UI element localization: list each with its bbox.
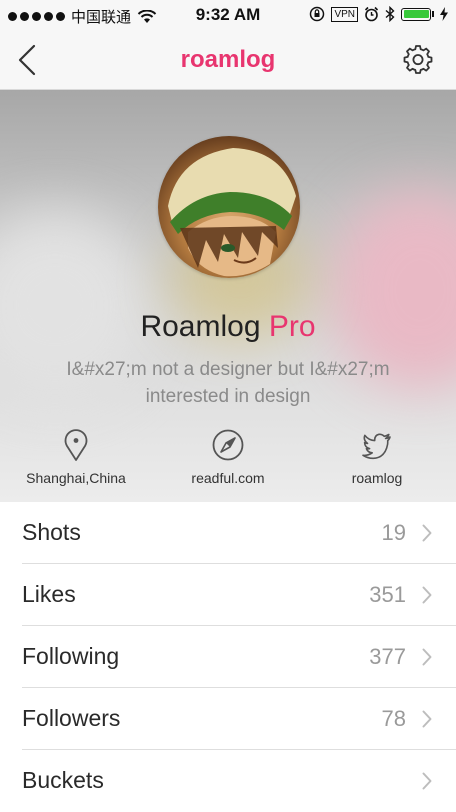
gear-icon[interactable] [402, 43, 434, 75]
twitter-item[interactable]: roamlog [297, 428, 456, 486]
menu-row-likes[interactable]: Likes 351 [22, 564, 456, 626]
location-label: Shanghai,China [26, 470, 126, 486]
bluetooth-icon [385, 6, 395, 22]
menu-row-buckets[interactable]: Buckets [22, 750, 456, 812]
twitter-bird-icon [362, 433, 391, 460]
battery-icon [401, 7, 434, 21]
charging-icon [440, 7, 448, 21]
profile-header: Roamlog Pro I&#x27;m not a designer but … [0, 90, 456, 502]
chevron-right-icon [422, 524, 432, 542]
profile-name: Roamlog Pro [0, 310, 456, 344]
status-bar: 中国联通 9:32 AM VPN [0, 0, 456, 30]
profile-bio: I&#x27;m not a designer but I&#x27;m int… [66, 359, 390, 407]
profile-meta-row: Shanghai,China readful.com roamlog [0, 428, 456, 498]
pro-badge: Pro [268, 310, 316, 343]
menu-count: 377 [369, 644, 406, 669]
menu-count: 78 [381, 706, 406, 731]
menu-row-shots[interactable]: Shots 19 [22, 502, 456, 564]
orientation-lock-icon [310, 6, 325, 22]
avatar[interactable] [158, 136, 300, 278]
location-item[interactable]: Shanghai,China [0, 428, 156, 486]
twitter-handle[interactable]: roamlog [297, 470, 456, 486]
menu-label: Followers [22, 705, 121, 731]
website-link[interactable]: readful.com [148, 470, 308, 486]
menu-row-followers[interactable]: Followers 78 [22, 688, 456, 750]
menu-label: Likes [22, 581, 76, 607]
profile-menu-list: Shots 19 Likes 351 Following 377 Followe… [0, 502, 456, 812]
profile-username: Roamlog [140, 310, 261, 343]
alarm-icon [364, 6, 379, 22]
status-right: VPN [309, 6, 448, 22]
compass-icon [212, 429, 244, 461]
menu-row-following[interactable]: Following 377 [22, 626, 456, 688]
chevron-right-icon [422, 586, 432, 604]
navigation-bar: roamlog [0, 30, 456, 90]
page-title: roamlog [180, 46, 276, 73]
chevron-right-icon [422, 772, 432, 790]
menu-count: 351 [369, 582, 406, 607]
avatar-illustration [168, 148, 296, 277]
chevron-right-icon [422, 648, 432, 666]
menu-label: Buckets [22, 767, 104, 793]
location-pin-icon [64, 429, 88, 461]
website-item[interactable]: readful.com [148, 428, 308, 486]
menu-label: Shots [22, 519, 81, 545]
menu-count: 19 [381, 520, 406, 545]
vpn-badge: VPN [331, 6, 358, 22]
menu-label: Following [22, 643, 120, 669]
chevron-right-icon [422, 710, 432, 728]
